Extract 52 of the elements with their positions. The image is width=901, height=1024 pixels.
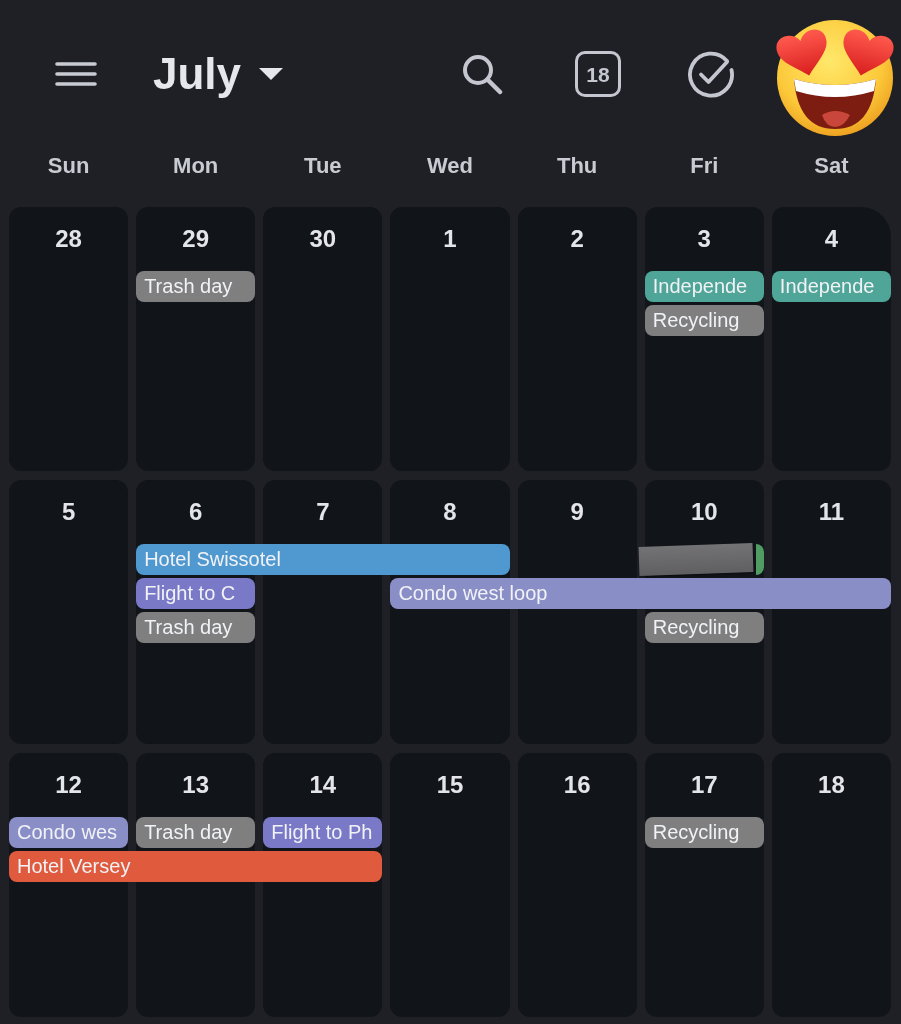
weekday-label: Sat	[814, 152, 849, 180]
event-chip[interactable]: Independe	[771, 271, 891, 302]
date-number: 10	[690, 497, 718, 527]
date-number: 11	[818, 497, 845, 527]
menu-icon[interactable]	[55, 61, 97, 87]
weekday-label: Wed	[426, 152, 473, 180]
event-chip[interactable]: Recycling	[644, 305, 764, 336]
check-circle-icon[interactable]	[687, 50, 735, 98]
search-icon[interactable]	[461, 53, 503, 95]
day-cell[interactable]	[771, 207, 891, 471]
event-chip[interactable]: Flight to Ph	[263, 817, 383, 848]
date-number: 14	[309, 770, 337, 800]
today-button[interactable]: 18	[575, 51, 621, 97]
date-number: 2	[570, 224, 584, 254]
weekday-label: Sun	[47, 152, 90, 180]
date-number: 17	[690, 770, 718, 800]
weekday-label: Thu	[556, 152, 598, 180]
event-chip[interactable]: Trash day	[136, 817, 256, 848]
event-chip[interactable]: Condo wes	[9, 817, 129, 848]
date-number: 16	[563, 770, 591, 800]
caret-icon	[259, 68, 284, 80]
event-chip[interactable]: Hotel Versey	[9, 851, 383, 882]
event-chip[interactable]: Recycling	[644, 612, 764, 643]
date-number: 12	[55, 770, 82, 800]
event-chip[interactable]: Condo west loop	[390, 578, 891, 609]
weekday-label: Mon	[173, 152, 219, 180]
event-chip[interactable]: Trash day	[136, 271, 256, 302]
date-number: 7	[316, 497, 330, 527]
date-number: 5	[61, 497, 76, 527]
date-number: 9	[570, 497, 584, 527]
date-number: 18	[818, 770, 845, 800]
event-chip[interactable]: Flight to C	[136, 578, 256, 609]
date-number: 30	[309, 224, 337, 254]
date-number: 28	[55, 224, 82, 254]
event-chip[interactable]: Hotel Swissotel	[136, 544, 510, 575]
day-cell[interactable]	[136, 207, 256, 471]
day-cell[interactable]	[644, 753, 764, 1017]
date-number: 6	[189, 497, 203, 527]
date-number: 15	[436, 770, 464, 800]
date-number: 13	[182, 770, 210, 800]
date-number: 29	[182, 224, 210, 254]
date-number: 3	[697, 224, 711, 254]
date-number: 4	[824, 224, 839, 254]
month-button[interactable]: July	[153, 49, 284, 99]
weekday-label: Tue	[304, 152, 342, 180]
date-number: 1	[443, 224, 457, 254]
event-chip[interactable]: Recycling	[644, 817, 764, 848]
event-chip[interactable]: Independe	[644, 271, 764, 302]
event-chip[interactable]: Trash day	[136, 612, 256, 643]
weekday-label: Fri	[690, 152, 719, 180]
event-chip[interactable]	[755, 544, 764, 575]
date-number: 8	[443, 497, 457, 527]
